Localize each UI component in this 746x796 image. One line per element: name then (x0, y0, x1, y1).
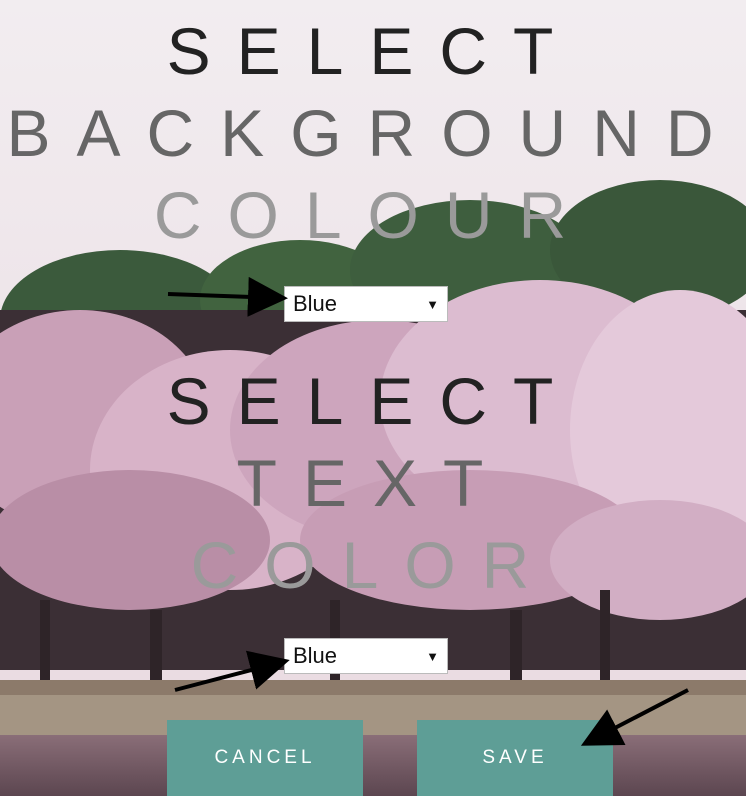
chevron-down-icon: ▼ (426, 297, 439, 312)
heading-line: TEXT (236, 446, 510, 520)
background-colour-select[interactable]: Blue ▼ (284, 286, 448, 322)
heading-line: SELECT (166, 364, 580, 438)
save-button[interactable]: SAVE (417, 720, 613, 796)
text-color-heading: SELECT TEXT COLOR (0, 360, 746, 606)
background-colour-heading: SELECT BACKGROUND COLOUR (0, 10, 746, 256)
cancel-button[interactable]: CANCEL (167, 720, 363, 796)
heading-line: BACKGROUND (6, 96, 740, 170)
background-colour-value: Blue (293, 291, 338, 316)
heading-line: COLOR (190, 528, 556, 602)
text-color-value: Blue (293, 643, 338, 668)
heading-line: COLOUR (153, 178, 593, 252)
text-color-select[interactable]: Blue ▼ (284, 638, 448, 674)
chevron-down-icon: ▼ (426, 649, 439, 664)
heading-line: SELECT (166, 14, 580, 88)
